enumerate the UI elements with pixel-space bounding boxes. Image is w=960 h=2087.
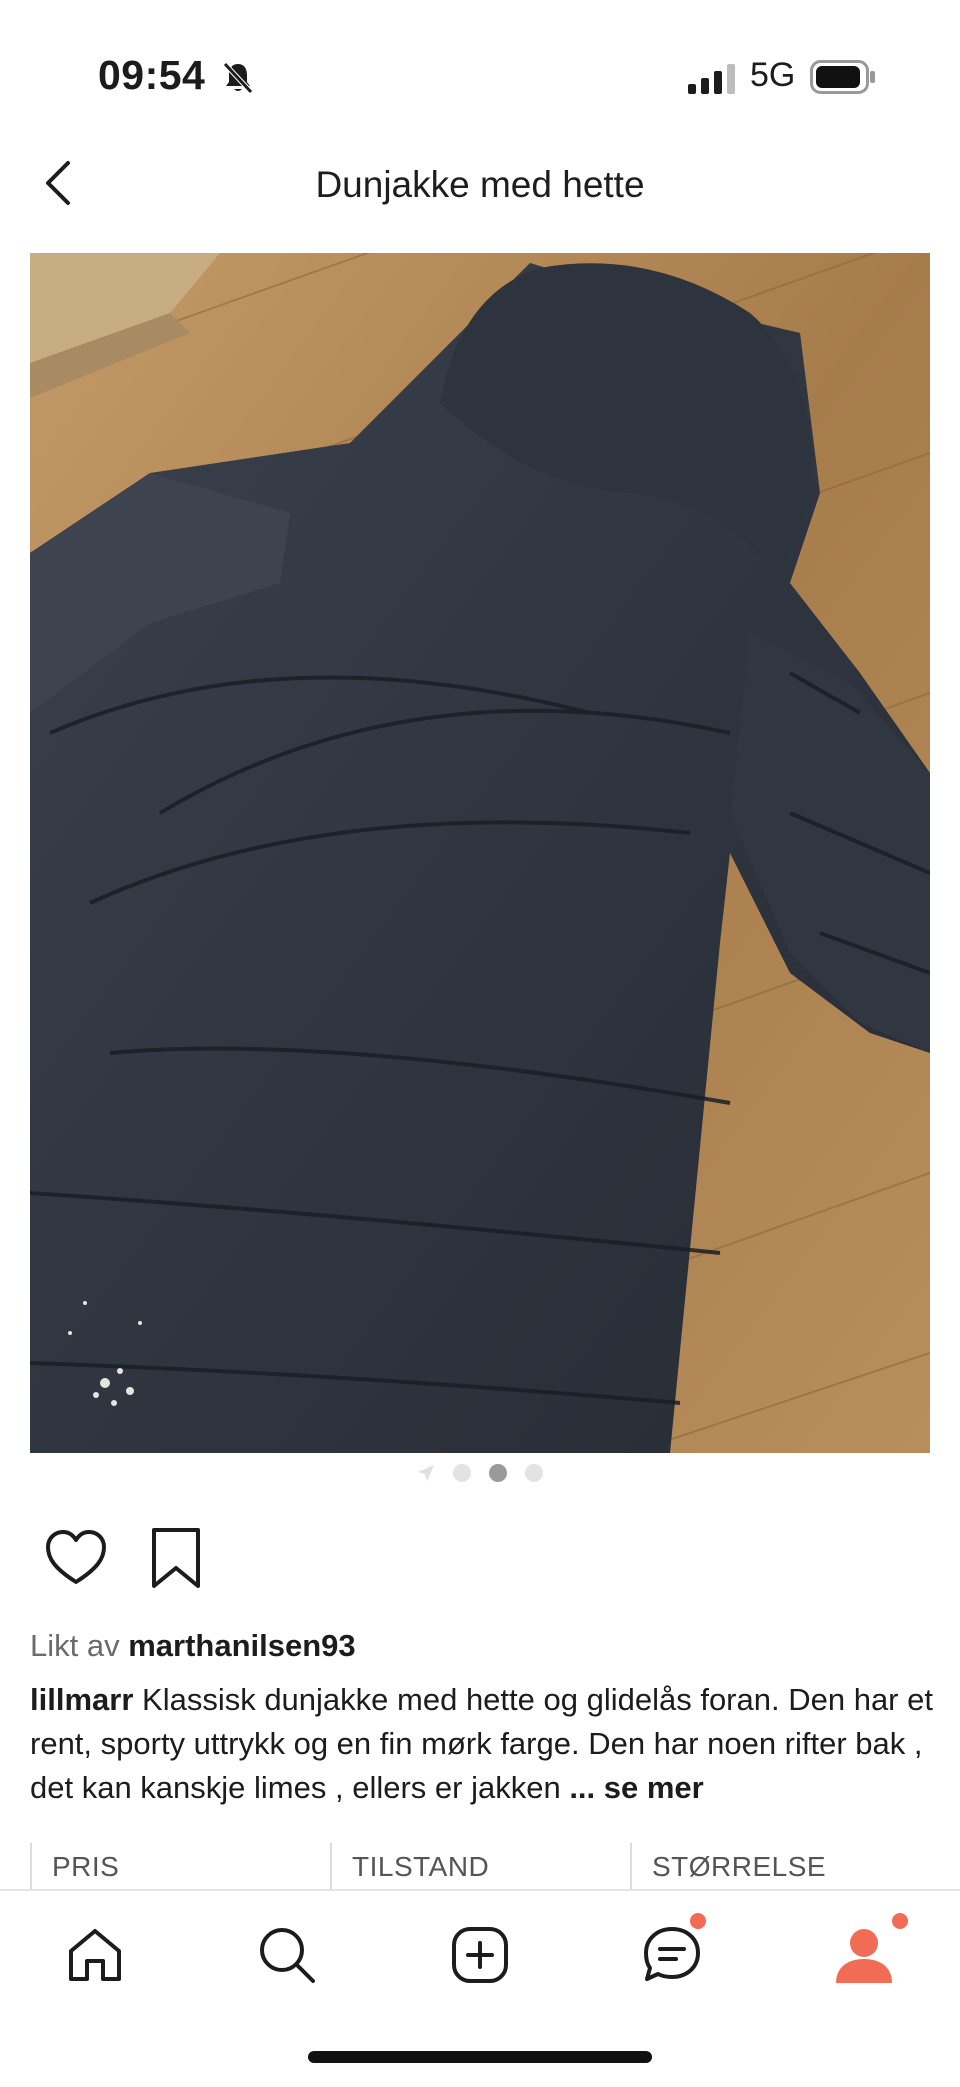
location-arrow-icon xyxy=(418,1465,434,1481)
add-icon xyxy=(452,1927,508,1983)
listing-description: lillmarr Klassisk dunjakke med hette og … xyxy=(30,1678,940,1810)
profile-badge xyxy=(892,1913,908,1929)
messages-badge xyxy=(690,1913,706,1929)
tab-messages[interactable] xyxy=(632,1913,712,1995)
carousel-dot-active[interactable] xyxy=(489,1464,507,1482)
tab-home[interactable] xyxy=(55,1915,135,1995)
seller-username[interactable]: lillmarr xyxy=(30,1682,133,1717)
page-title: Dunjakke med hette xyxy=(315,164,645,205)
search-icon xyxy=(260,1928,315,1983)
tab-search[interactable] xyxy=(247,1915,327,1995)
liked-by: Likt av marthanilsen93 xyxy=(30,1628,356,1664)
carousel-dot[interactable] xyxy=(525,1464,543,1482)
bookmark-icon xyxy=(152,1528,200,1588)
save-button[interactable] xyxy=(148,1526,204,1590)
see-more-link[interactable]: ... se mer xyxy=(569,1770,703,1805)
profile-icon xyxy=(836,1929,892,1983)
signal-icon xyxy=(688,64,735,94)
status-time: 09:54 xyxy=(98,52,206,98)
home-indicator xyxy=(308,2051,652,2063)
heart-icon xyxy=(46,1530,106,1584)
tab-add[interactable] xyxy=(440,1915,520,1995)
network-label: 5G xyxy=(750,56,796,94)
listing-info-row: PRIS TILSTAND STØRRELSE xyxy=(30,1843,930,1890)
info-price-header: PRIS xyxy=(30,1843,330,1890)
battery-icon xyxy=(810,60,875,94)
tab-profile[interactable] xyxy=(824,1913,908,1995)
messages-icon xyxy=(644,1927,700,1981)
carousel-dots[interactable] xyxy=(0,1462,960,1484)
like-button[interactable] xyxy=(44,1528,108,1588)
liked-by-user[interactable]: marthanilsen93 xyxy=(128,1628,355,1663)
liked-by-prefix: Likt av xyxy=(30,1628,120,1663)
info-condition-header: TILSTAND xyxy=(330,1843,630,1890)
carousel-dot[interactable] xyxy=(453,1464,471,1482)
bell-slash-icon xyxy=(223,62,253,94)
product-photo[interactable] xyxy=(30,253,930,1453)
home-icon xyxy=(69,1929,121,1981)
info-size-header: STØRRELSE xyxy=(630,1843,930,1890)
status-bar: 09:54 5G xyxy=(0,0,960,150)
description-text: Klassisk dunjakke med hette og glidelås … xyxy=(30,1682,933,1805)
